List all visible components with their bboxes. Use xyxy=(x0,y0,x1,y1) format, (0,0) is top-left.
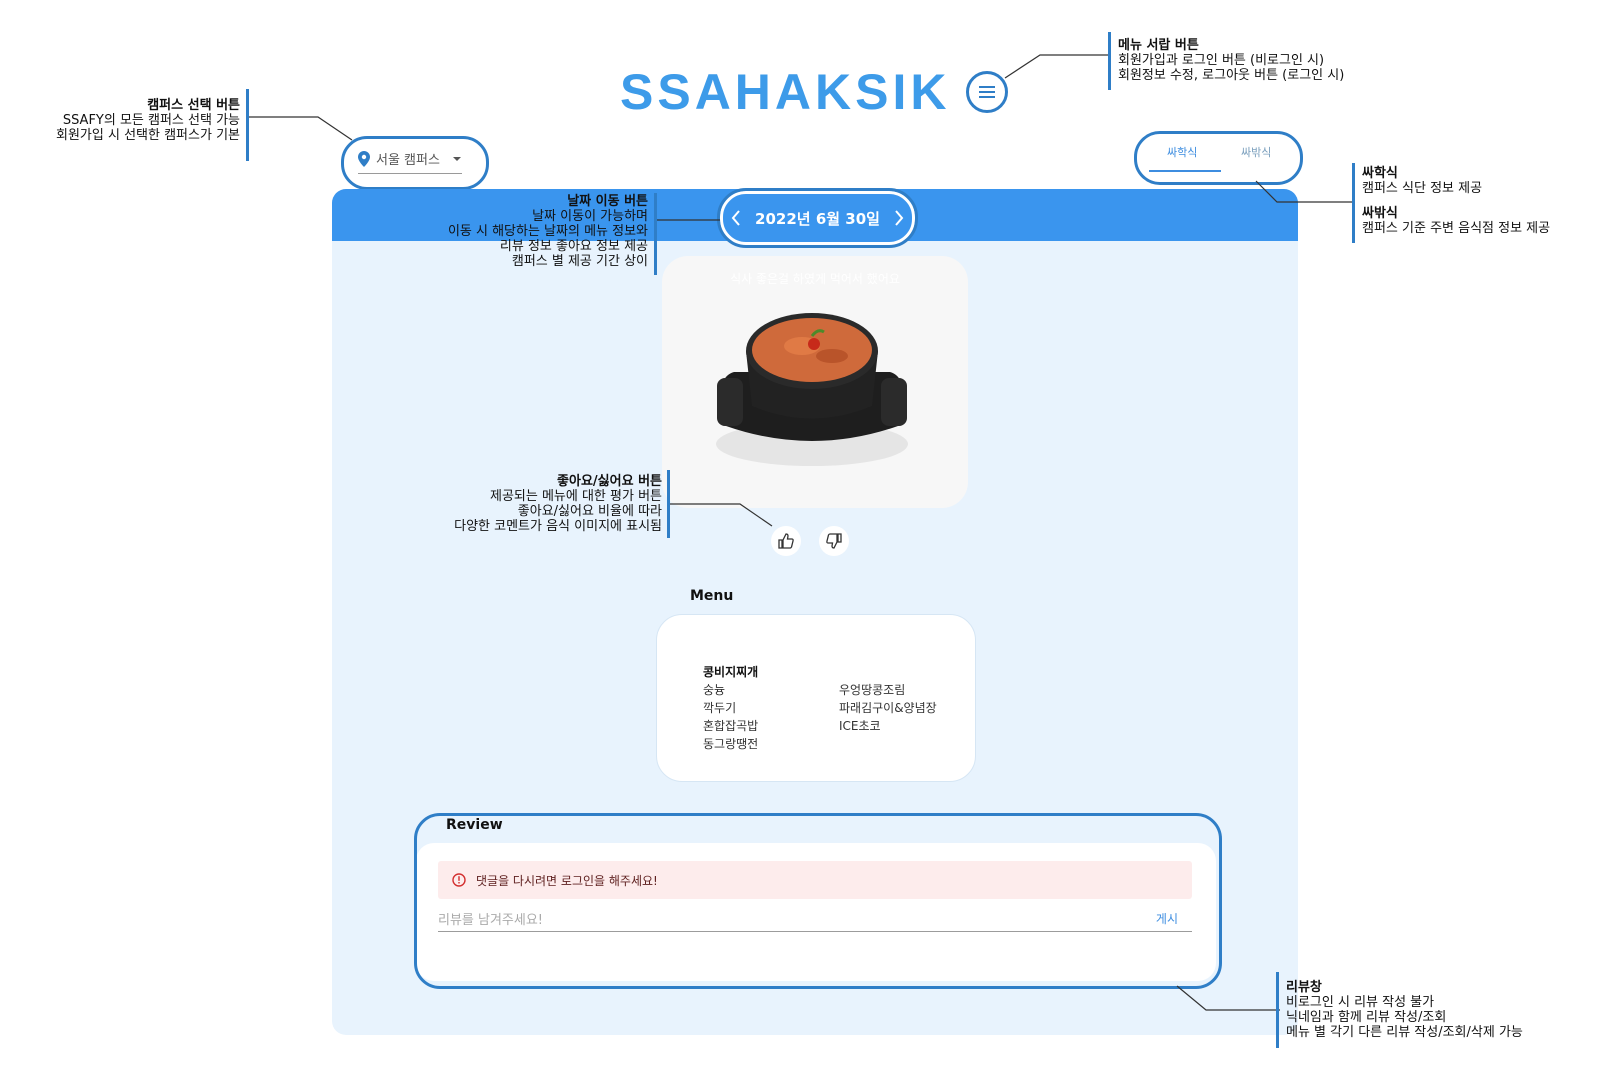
annotation-like: 좋아요/싫어요 버튼 제공되는 메뉴에 대한 평가 버튼 좋아요/싫어요 비율에… xyxy=(454,474,662,534)
annotation-bar xyxy=(1108,32,1111,90)
annotation-bar xyxy=(667,470,670,538)
annotation-connectors xyxy=(248,54,1352,1011)
annotation-menu-drawer: 메뉴 서랍 버튼 회원가입과 로그인 버튼 (비로그인 시) 회원정보 수정, … xyxy=(1118,38,1345,83)
annotation-bar xyxy=(1352,163,1355,243)
annotation-campus: 캠퍼스 선택 버튼 SSAFY의 모든 캠퍼스 선택 가능 회원가입 시 선택한… xyxy=(56,98,240,143)
annotation-ssahaksik: 싸학식 캠퍼스 식단 정보 제공 xyxy=(1362,166,1483,196)
annotation-bar xyxy=(654,193,657,275)
annotation-bar xyxy=(1276,972,1279,1048)
annotation-review: 리뷰창 비로그인 시 리뷰 작성 불가 닉네임과 함께 리뷰 작성/조회 메뉴 … xyxy=(1286,980,1523,1040)
annotation-ssabaksik: 싸밖식 캠퍼스 기준 주변 음식점 정보 제공 xyxy=(1362,206,1551,236)
annotation-bar xyxy=(246,89,249,161)
annotation-date: 날짜 이동 버튼 날짜 이동이 가능하며 이동 시 해당하는 날짜의 메뉴 정보… xyxy=(447,194,648,269)
